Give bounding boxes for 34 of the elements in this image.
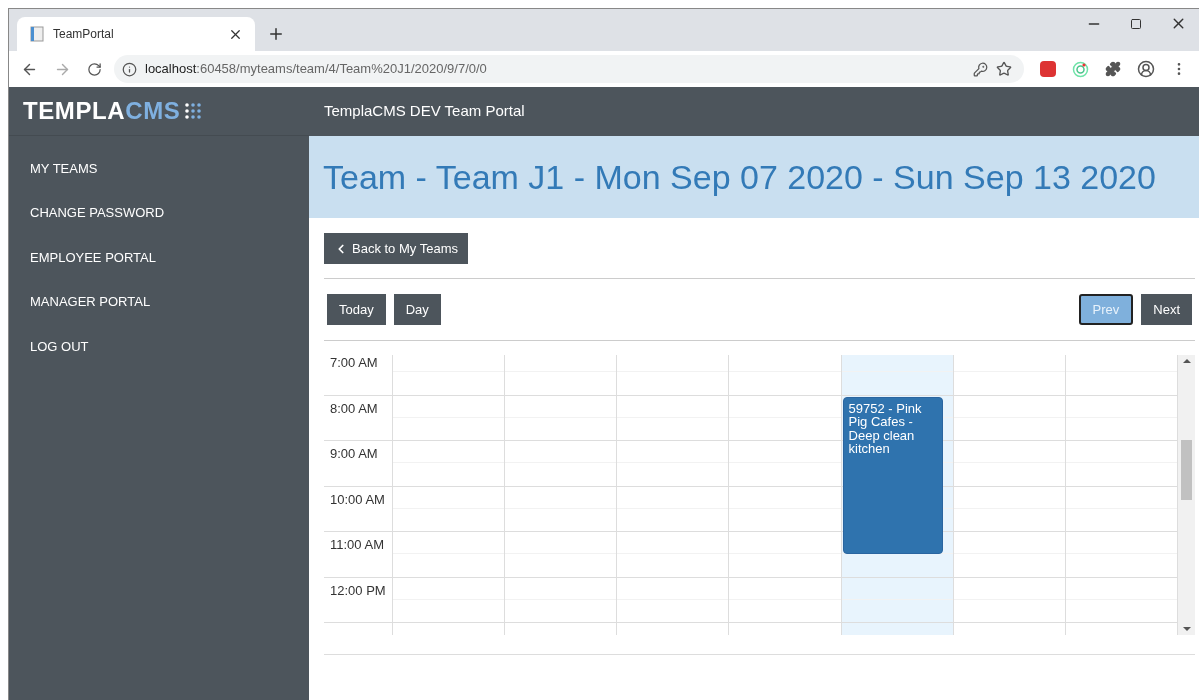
time-label: 10:00 AM [330,491,385,507]
address-bar[interactable]: localhost:60458/myteams/team/4/Team%20J1/2020/9/7/0/0 [114,55,1024,83]
profile-icon[interactable] [1137,60,1155,78]
sidebar-item[interactable]: CHANGE PASSWORD [9,190,309,235]
star-icon[interactable] [996,61,1012,77]
time-label: 11:00 AM [330,537,384,552]
page-title: Team - Team J1 - Mon Sep 07 2020 - Sun Sep 13 2020 [323,156,1156,198]
back-button[interactable]: Back to My Teams [324,233,468,264]
tab-title: TeamPortal [53,26,115,43]
sidebar-item[interactable]: MY TEAMS [9,146,309,191]
key-icon[interactable] [973,61,988,77]
time-label: 12:00 PM [330,582,386,598]
browser-tab[interactable]: TeamPortal [17,17,255,51]
header-title: TemplaCMS DEV Team Portal [324,101,525,122]
reload-icon[interactable] [87,61,102,77]
page-icon [29,26,45,42]
time-label: 7:00 AM [330,355,378,370]
toolbar-button[interactable]: Today [327,294,386,325]
dots-icon [184,102,203,120]
toolbar-button[interactable]: Day [393,294,441,325]
maximize-icon[interactable] [1130,17,1142,30]
time-label: 8:00 AM [330,400,378,416]
new-tab-icon[interactable] [267,25,285,43]
toolbar-button[interactable]: Next [1141,294,1192,325]
sidebar-item[interactable]: EMPLOYEE PORTAL [9,235,309,280]
puzzle-icon[interactable] [1105,61,1121,77]
url-text: localhost:60458/myteams/team/4/Team%20J1/2020/9/7/0/0 [145,60,488,79]
time-label: 9:00 AM [330,446,378,461]
sidebar-item[interactable]: MANAGER PORTAL [9,279,309,324]
scrollbar[interactable] [1178,355,1195,635]
logo: TEMPLACMS [23,96,181,126]
info-icon [122,61,137,77]
sidebar-item[interactable]: LOG OUT [9,324,309,369]
calendar-event[interactable]: 59752 - Pink Pig Cafes - Deep clean kitchen [842,396,943,554]
